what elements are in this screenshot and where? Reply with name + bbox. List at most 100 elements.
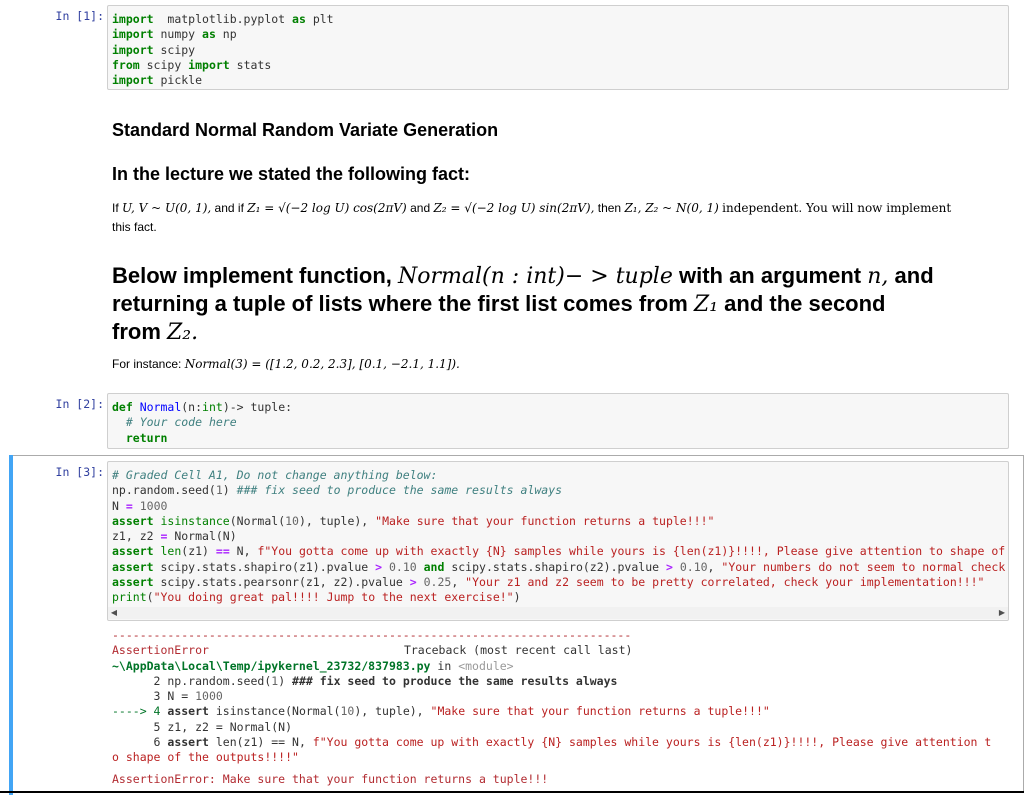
code-token: isinstance(Normal( <box>208 704 341 719</box>
scroll-right-arrow-icon[interactable]: ▶ <box>996 607 1008 619</box>
code-token: ) <box>513 590 521 605</box>
code-token: Normal <box>132 400 182 414</box>
final-error: AssertionError: Make sure that your func… <box>112 772 1004 787</box>
instance-prefix: For instance: <box>112 357 182 371</box>
code-token: matplotlib.pyplot <box>153 12 293 26</box>
code-token: pickle <box>153 73 203 88</box>
heading-line2a: returning a tuple of lists where the fir… <box>112 291 688 316</box>
code-token: f"You gotta come up with exactly {N} sam… <box>257 544 1006 559</box>
code-token: return <box>125 430 168 445</box>
error-name: AssertionError <box>112 643 209 658</box>
code-token: f"You gotta come up with exactly {N} sam… <box>312 735 992 750</box>
traceback-in: in <box>430 658 459 673</box>
code-token: ( <box>146 590 154 605</box>
code-token: stats <box>229 57 272 72</box>
code-token: and <box>423 559 445 574</box>
code-line: assert scipy.stats.shapiro(z1).pvalue > … <box>112 559 1006 575</box>
code-token: assert <box>167 735 209 750</box>
code-token: # Graded Cell A1, Do not change anything… <box>112 468 438 482</box>
cell-3-code[interactable]: # Graded Cell A1, Do not change anything… <box>107 461 1009 621</box>
scroll-left-arrow-icon[interactable]: ◀ <box>108 607 120 619</box>
code-token: assert <box>112 544 154 559</box>
markdown-instance: For instance: Normal(3) = ([1.2, 0.2, 2.… <box>112 355 1004 374</box>
cell-1-prompt: In [1]: <box>55 9 104 23</box>
code-token: len <box>160 544 182 559</box>
fact-and: and <box>410 201 431 215</box>
code-line: 5 z1, z2 = Normal(N) <box>112 720 1004 735</box>
heading-signature: Normal(n : int)− > tuple <box>398 264 673 289</box>
cell-3-prompt: In [3]: <box>55 465 104 479</box>
fact-line2: this fact. <box>112 220 157 234</box>
code-token: numpy <box>153 27 203 42</box>
code-line: import pickle <box>112 73 1004 88</box>
fact-z2: Z₂ = √(−2 log U) sin(2πV), <box>433 201 595 215</box>
heading-b: with an argument <box>678 263 862 288</box>
code-line: ----> 4 assert isinstance(Normal(10), tu… <box>112 704 1004 719</box>
code-token: 3 N <box>112 689 182 704</box>
code-token: Normal(N) <box>167 529 237 544</box>
code-token: ), tuple), <box>354 704 431 719</box>
code-line: # Your code here <box>112 415 1004 430</box>
code-line: 6 assert len(z1) == N, f"You gotta come … <box>112 735 1004 750</box>
cell-2-prompt: In [2]: <box>55 397 104 411</box>
output-error-header: AssertionError Traceback (most recent cal… <box>112 643 1004 658</box>
code-line: import numpy as np <box>112 27 1004 42</box>
code-token: assert <box>167 704 209 719</box>
instance-expr: Normal(3) = ([1.2, 0.2, 2.3], [0.1, −2.1… <box>184 357 460 371</box>
output-path-line: ~\AppData\Local\Temp/ipykernel_23732/837… <box>112 659 1004 674</box>
code-token: import <box>112 12 154 26</box>
code-token: isinstance <box>160 513 230 528</box>
traceback-lines: 2 np.random.seed(1) ### fix seed to prod… <box>112 674 1004 766</box>
final-error-text: AssertionError: Make sure that your func… <box>112 771 549 786</box>
code-token: , <box>451 575 466 590</box>
code-token: ### fix seed to produce the same results… <box>292 673 618 688</box>
heading-a: Below implement function, <box>112 263 392 288</box>
code-token: plt <box>305 12 334 26</box>
code-token: (Normal( <box>229 513 286 528</box>
code-token: as <box>202 27 216 42</box>
cell-1-code[interactable]: import matplotlib.pyplot as plt import nu… <box>107 5 1009 90</box>
code-token: "Your numbers do not seem to normal chec… <box>721 559 1006 574</box>
code-token: ) <box>222 483 237 498</box>
code-token: > <box>665 559 673 574</box>
code-token: "Your z1 and z2 seem to be pretty correl… <box>465 575 985 590</box>
fact-uv: U, V ~ U(0, 1), <box>122 201 212 215</box>
code-token: "Make sure that your function returns a … <box>430 704 770 719</box>
heading-c: and <box>894 263 934 288</box>
code-token: = <box>125 498 133 513</box>
code-line: o shape of the outputs!!!!" <box>112 750 1004 765</box>
code-token: N, <box>229 544 258 559</box>
code-token: == <box>215 544 230 559</box>
horizontal-scrollbar[interactable]: ◀ ▶ <box>108 607 1008 619</box>
code-token: scipy <box>139 57 189 72</box>
code-line: def Normal(n:int)-> tuple: <box>112 400 1004 415</box>
code-token: import <box>112 42 154 57</box>
fact-z1z2: Z₁, Z₂ ~ N(0, 1) <box>624 201 719 215</box>
code-line: 3 N = 1000 <box>112 689 1004 704</box>
code-token: > <box>409 575 417 590</box>
heading-n: n, <box>867 264 889 289</box>
fact-prefix: If <box>112 201 119 215</box>
traceback-module: <module> <box>458 658 514 673</box>
code-token: as <box>292 12 306 26</box>
code-line: import matplotlib.pyplot as plt <box>112 12 1004 27</box>
code-token: o shape of the outputs!!!!" <box>112 750 299 765</box>
code-token: assert <box>112 513 154 528</box>
code-token: assert <box>112 575 154 590</box>
code-token: 10 <box>340 704 355 719</box>
code-token: 0.25 <box>423 575 452 590</box>
code-line: from scipy import stats <box>112 58 1004 73</box>
heading-line3a: from <box>112 319 161 344</box>
cell-2-code[interactable]: def Normal(n:int)-> tuple: # Your code h… <box>107 393 1009 449</box>
code-token: 0.10 <box>679 559 708 574</box>
code-token: scipy <box>153 42 196 57</box>
code-line: assert len(z1) == N, f"You gotta come up… <box>112 544 1006 559</box>
code-token: ), tuple), <box>298 513 376 528</box>
code-token: (n: <box>181 400 203 414</box>
code-token: N <box>112 498 126 513</box>
code-token: > <box>375 559 383 574</box>
